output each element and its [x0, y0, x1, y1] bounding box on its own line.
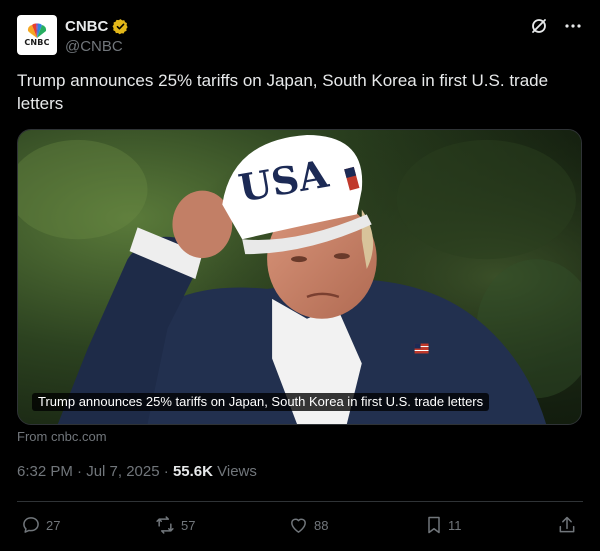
- tweet-text: Trump announces 25% tariffs on Japan, So…: [17, 71, 549, 113]
- bookmark-icon: [428, 516, 440, 534]
- more-icon[interactable]: [563, 16, 583, 36]
- author-names: CNBC @CNBC: [65, 16, 129, 55]
- divider: [17, 501, 583, 502]
- header-actions: [529, 15, 583, 37]
- like-count: 88: [314, 517, 329, 533]
- meta-separator: ·: [163, 463, 169, 480]
- like-icon: [291, 518, 306, 533]
- views-count: 55.6K: [172, 463, 213, 480]
- author-handle[interactable]: @CNBC: [65, 38, 129, 55]
- grok-icon[interactable]: [529, 16, 549, 36]
- reply-icon: [23, 517, 39, 533]
- repost-icon: [156, 516, 174, 534]
- views-label: Views: [217, 463, 257, 480]
- news-photo: USA: [18, 130, 581, 424]
- action-bar: 27 57 88 11: [17, 513, 583, 537]
- link-source[interactable]: From cnbc.com: [17, 429, 107, 444]
- repost-count: 57: [181, 517, 196, 533]
- avatar[interactable]: CNBC: [17, 15, 57, 55]
- avatar-logo-text: CNBC: [24, 38, 50, 47]
- author-display-name[interactable]: CNBC: [65, 18, 108, 35]
- nbc-peacock-icon: [27, 23, 47, 38]
- tweet-timestamp[interactable]: 6:32 PM · Jul 7, 2025: [17, 463, 160, 480]
- reply-count: 27: [46, 517, 61, 533]
- tweet-meta: 6:32 PM · Jul 7, 2025 · 55.6K Views: [17, 463, 257, 480]
- link-card-image[interactable]: USA Trump announces 25% tariffs on Japan…: [17, 129, 582, 425]
- tweet-header: CNBC CNBC @CNBC: [17, 15, 583, 57]
- repost-button[interactable]: 57: [154, 513, 195, 537]
- share-button[interactable]: [557, 513, 577, 537]
- media-caption: Trump announces 25% tariffs on Japan, So…: [32, 393, 490, 411]
- tweet: CNBC CNBC @CNBC Trump announces 25% tari…: [0, 0, 600, 551]
- bookmark-count: 11: [448, 517, 462, 533]
- share-icon: [559, 516, 575, 533]
- reply-button[interactable]: 27: [21, 513, 60, 537]
- verified-badge-icon[interactable]: [112, 18, 129, 35]
- like-button[interactable]: 88: [288, 513, 328, 537]
- bookmark-button[interactable]: 11: [425, 513, 462, 537]
